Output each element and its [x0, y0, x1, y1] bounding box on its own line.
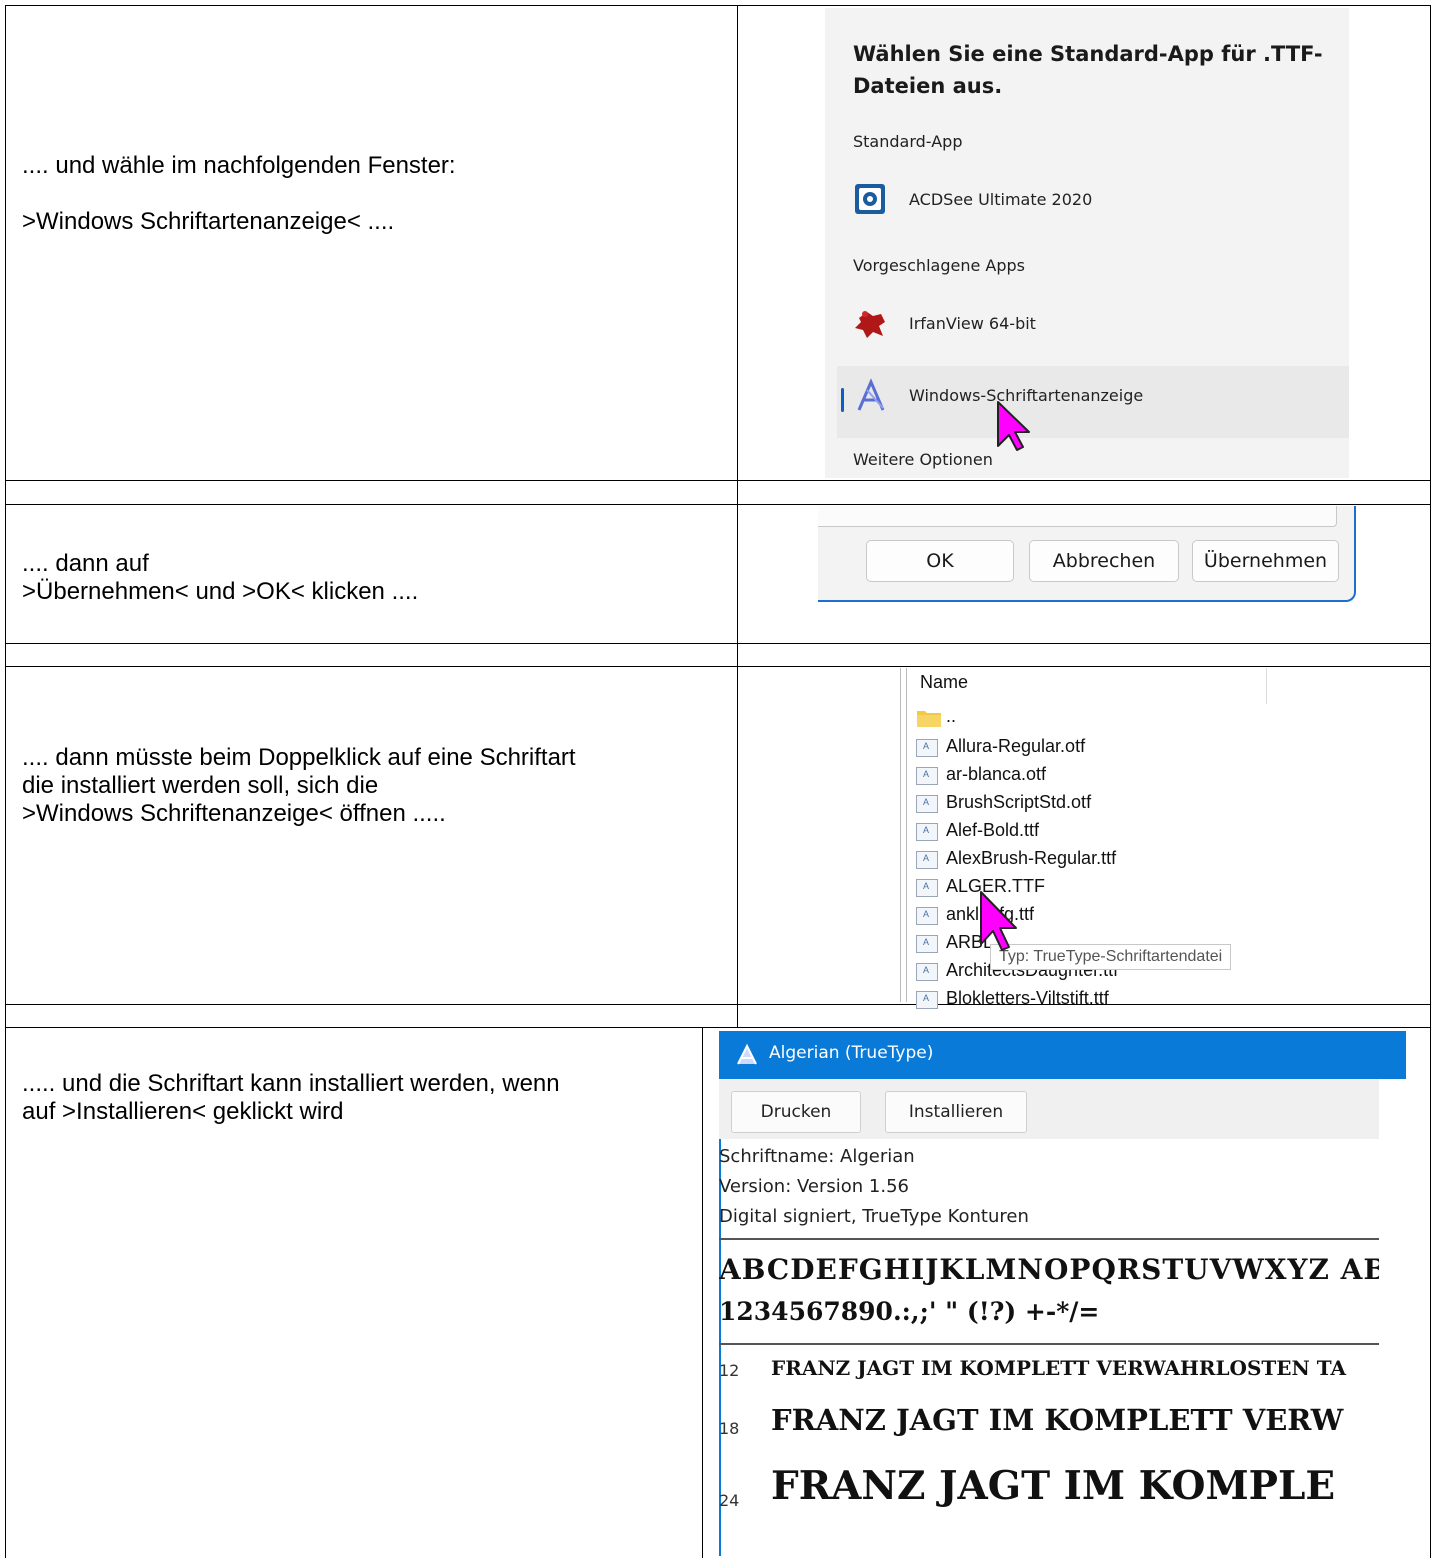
font-file-icon [916, 795, 938, 813]
column-header-name[interactable]: Name [920, 672, 968, 693]
document-page: .... und wähle im nachfolgenden Fenster:… [0, 0, 1436, 1558]
file-list-screenshot: Name .. Allura-Regular.otf ar-blanca.otf… [900, 668, 1278, 1009]
table-divider [5, 666, 1430, 667]
window-titlebar: Algerian (TrueType) [719, 1031, 1406, 1079]
font-viewer-screenshot: Algerian (TrueType) Drucken Installieren… [719, 1031, 1406, 1556]
table-column-divider [737, 5, 738, 1028]
irfanview-icon [855, 311, 885, 338]
pane-border [900, 668, 907, 1002]
font-file-icon [916, 739, 938, 757]
font-signature-label: Digital signiert, TrueType Konturen [719, 1206, 1029, 1227]
size-label: 12 [719, 1361, 740, 1380]
font-file-icon [916, 991, 938, 1009]
table-column-divider [702, 1027, 703, 1558]
size-label: 18 [719, 1419, 740, 1438]
instruction-text: ..... und die Schriftart kann installier… [22, 1070, 560, 1125]
mouse-cursor-icon [980, 891, 1017, 951]
dialog-buttons-screenshot: OK Abbrechen Übernehmen [818, 506, 1356, 602]
font-file-icon [916, 879, 938, 897]
size-label: 24 [719, 1491, 740, 1510]
app-option-font-viewer[interactable]: Windows-Schriftartenanzeige [853, 376, 1333, 416]
file-name: AlexBrush-Regular.ttf [946, 848, 1117, 868]
file-name: .. [946, 706, 957, 726]
font-file-icon [916, 851, 938, 869]
instruction-text: .... dann auf >Übernehmen< und >OK< klic… [22, 550, 419, 605]
pangram-sample-24: FRANZ JAGT IM KOMPLE [771, 1463, 1336, 1509]
dialog-content-area [818, 506, 1337, 527]
alphabet-sample: ABCDEFGHIJKLMNOPQRSTUVWXYZ ABC [719, 1253, 1406, 1286]
folder-icon [917, 711, 941, 727]
font-file-icon [916, 935, 938, 953]
ok-button[interactable]: OK [866, 540, 1014, 582]
separator [719, 1238, 1379, 1240]
column-separator [1266, 668, 1267, 704]
font-name-label: Schriftname: Algerian [719, 1146, 915, 1167]
print-button[interactable]: Drucken [731, 1091, 861, 1133]
dialog-title: Wählen Sie eine Standard-App für .TTF- D… [853, 42, 1323, 98]
font-file-icon [916, 907, 938, 925]
acdsee-icon [855, 184, 885, 214]
app-option-irfanview[interactable]: IrfanView 64-bit [853, 304, 1333, 344]
app-label: ACDSee Ultimate 2020 [909, 190, 1093, 209]
pangram-sample-18: FRANZ JAGT IM KOMPLETT VERW [771, 1403, 1344, 1437]
install-button[interactable]: Installieren [885, 1091, 1027, 1133]
list-item[interactable]: BrushScriptStd.otf [916, 790, 1266, 818]
file-name: ar-blanca.otf [946, 764, 1047, 784]
font-version-label: Version: Version 1.56 [719, 1176, 909, 1197]
section-label-default: Standard-App [853, 132, 963, 151]
table-divider [5, 1027, 1430, 1028]
list-item[interactable]: AlexBrush-Regular.ttf [916, 846, 1266, 874]
list-item[interactable]: ar-blanca.otf [916, 762, 1266, 790]
list-item[interactable]: Alef-Bold.ttf [916, 818, 1266, 846]
table-divider [5, 504, 1430, 505]
file-name: BrushScriptStd.otf [946, 792, 1092, 812]
instruction-text: .... dann müsste beim Doppelklick auf ei… [22, 744, 576, 827]
file-name: Allura-Regular.otf [946, 736, 1086, 756]
cancel-button[interactable]: Abbrechen [1029, 540, 1179, 582]
font-file-icon [916, 963, 938, 981]
font-viewer-icon [857, 378, 885, 411]
table-divider [5, 480, 1430, 481]
file-name: Alef-Bold.ttf [946, 820, 1040, 840]
apply-button[interactable]: Übernehmen [1192, 540, 1339, 582]
file-name: Blokletters-Viltstift.ttf [946, 988, 1109, 1008]
app-chooser-screenshot: Wählen Sie eine Standard-App für .TTF- D… [825, 8, 1349, 478]
app-option-acdsee[interactable]: ACDSee Ultimate 2020 [853, 180, 1333, 220]
separator [719, 1343, 1379, 1345]
font-viewer-icon [737, 1043, 757, 1065]
font-file-icon [916, 767, 938, 785]
mouse-cursor-icon [997, 401, 1030, 451]
table-border-left [5, 5, 6, 1558]
list-item-parent-folder[interactable]: .. [916, 704, 1266, 732]
file-type-tooltip: Typ: TrueType-Schriftartendatei [990, 944, 1232, 970]
digits-sample: 1234567890.:,;' " (!?) +-*/= [719, 1297, 1100, 1326]
table-border-top [5, 5, 1430, 6]
window-title: Algerian (TrueType) [769, 1043, 934, 1063]
app-label: IrfanView 64-bit [909, 314, 1036, 333]
instruction-text: .... und wähle im nachfolgenden Fenster:… [22, 152, 456, 235]
pangram-sample-12: FRANZ JAGT IM KOMPLETT VERWAHRLOSTEN TA [771, 1356, 1347, 1380]
selection-accent-bar [841, 388, 844, 412]
toolbar: Drucken Installieren [719, 1079, 1379, 1139]
list-item[interactable]: anklig-fg.ttf [916, 902, 1266, 930]
table-divider [5, 643, 1430, 644]
section-label-suggested: Vorgeschlagene Apps [853, 256, 1025, 275]
window-edge [1379, 1079, 1406, 1556]
font-file-icon [916, 823, 938, 841]
list-item[interactable]: ALGER.TTF [916, 874, 1266, 902]
more-options-link[interactable]: Weitere Optionen [853, 450, 993, 469]
list-item[interactable]: Allura-Regular.otf [916, 734, 1266, 762]
table-border-right [1430, 5, 1431, 1558]
list-item[interactable]: Blokletters-Viltstift.ttf [916, 986, 1266, 1014]
